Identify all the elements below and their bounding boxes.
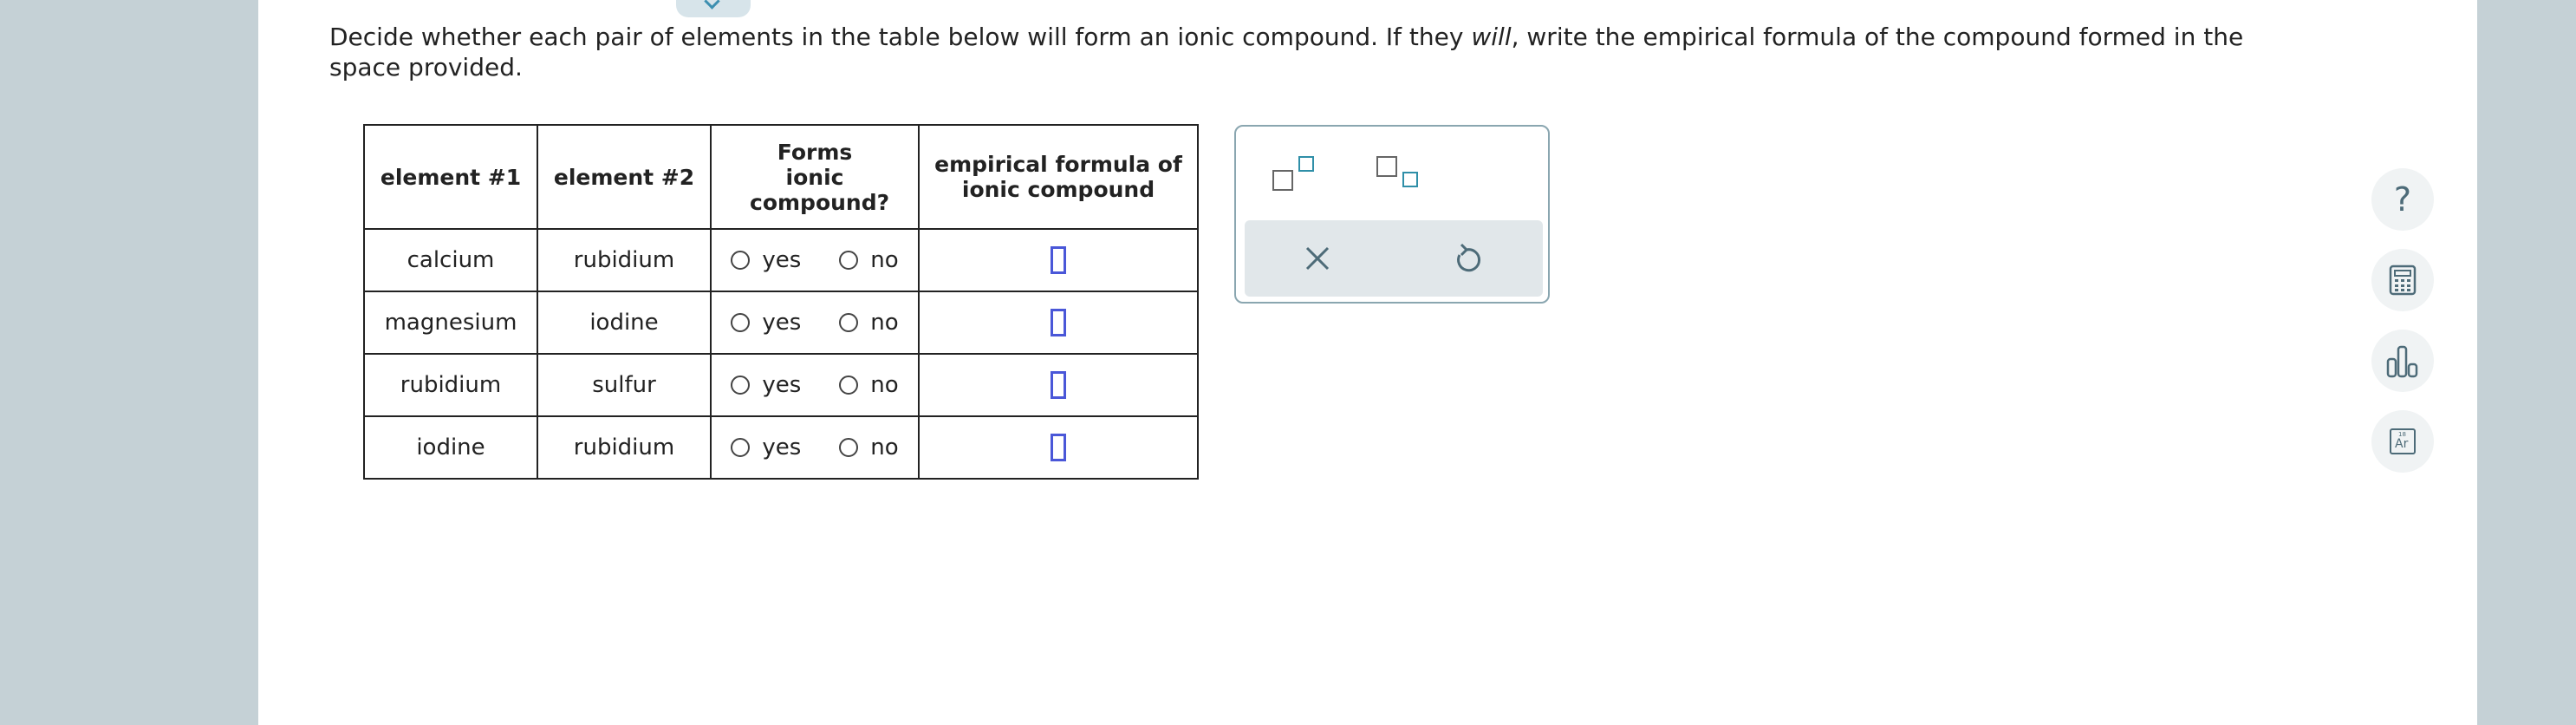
close-icon — [1305, 246, 1330, 271]
yes-radio[interactable] — [731, 313, 751, 332]
header-element-2: element #2 — [537, 124, 712, 230]
formula-palette — [1234, 125, 1550, 304]
question-emphasis: will — [1471, 23, 1512, 51]
element-2-cell: iodine — [537, 291, 712, 355]
elements-table: element #1 element #2 Forms ionic compou… — [363, 124, 1199, 480]
yes-label: yes — [762, 372, 802, 398]
chevron-down-icon — [704, 0, 720, 10]
question-text: Decide whether each pair of elements in … — [329, 23, 2244, 82]
no-option[interactable]: no — [839, 434, 899, 460]
bar-chart-icon — [2386, 345, 2418, 378]
no-radio[interactable] — [839, 376, 859, 395]
forms-ionic-cell: yes no — [710, 353, 920, 417]
yes-option[interactable]: yes — [731, 310, 801, 336]
undo-button[interactable] — [1444, 236, 1489, 281]
periodic-table-icon: 18 Ar — [2390, 428, 2416, 454]
no-label: no — [870, 434, 899, 460]
no-option[interactable]: no — [839, 372, 899, 398]
forms-ionic-cell: yes no — [710, 415, 920, 480]
no-radio[interactable] — [839, 313, 859, 332]
no-label: no — [870, 310, 899, 336]
yes-label: yes — [762, 434, 802, 460]
palette-action-bar — [1245, 220, 1543, 297]
formula-cell — [918, 291, 1199, 355]
no-label: no — [870, 247, 899, 273]
calculator-button[interactable] — [2371, 249, 2434, 311]
yes-option[interactable]: yes — [731, 372, 801, 398]
yes-option[interactable]: yes — [731, 434, 801, 460]
element-2-cell: sulfur — [537, 353, 712, 417]
yes-label: yes — [762, 310, 802, 336]
clear-button[interactable] — [1295, 236, 1340, 281]
formula-input[interactable] — [1051, 371, 1066, 399]
yes-radio[interactable] — [731, 251, 751, 270]
header-forms-ionic: Forms ionic compound? — [710, 124, 920, 230]
help-icon: ? — [2393, 180, 2412, 219]
formula-cell — [918, 228, 1199, 292]
help-button[interactable]: ? — [2371, 168, 2434, 231]
forms-ionic-cell: yes no — [710, 291, 920, 355]
table-row: rubidium sulfur yes no — [363, 353, 1199, 417]
formula-input[interactable] — [1051, 434, 1066, 461]
element-1-cell: rubidium — [363, 353, 538, 417]
calculator-icon — [2389, 265, 2417, 296]
graph-button[interactable] — [2371, 330, 2434, 392]
yes-radio[interactable] — [731, 438, 751, 457]
table-row: magnesium iodine yes no — [363, 291, 1199, 355]
subscript-button[interactable] — [1375, 154, 1421, 194]
collapse-tab[interactable] — [676, 0, 751, 17]
no-option[interactable]: no — [839, 247, 899, 273]
element-1-cell: magnesium — [363, 291, 538, 355]
element-2-cell: rubidium — [537, 228, 712, 292]
undo-icon — [1457, 243, 1480, 272]
yes-option[interactable]: yes — [731, 247, 801, 273]
element-2-cell: rubidium — [537, 415, 712, 480]
element-1-cell: calcium — [363, 228, 538, 292]
no-radio[interactable] — [839, 251, 859, 270]
table-header-row: element #1 element #2 Forms ionic compou… — [363, 124, 1199, 230]
yes-radio[interactable] — [731, 376, 751, 395]
superscript-button[interactable] — [1271, 154, 1317, 194]
forms-ionic-cell: yes no — [710, 228, 920, 292]
no-label: no — [870, 372, 899, 398]
yes-label: yes — [762, 247, 802, 273]
no-option[interactable]: no — [839, 310, 899, 336]
header-empirical-formula: empirical formula of ionic compound — [918, 124, 1199, 230]
formula-cell — [918, 353, 1199, 417]
table-row: calcium rubidium yes no — [363, 228, 1199, 292]
periodic-table-button[interactable]: 18 Ar — [2371, 410, 2434, 473]
element-1-cell: iodine — [363, 415, 538, 480]
header-element-1: element #1 — [363, 124, 538, 230]
formula-input[interactable] — [1051, 246, 1066, 274]
table-row: iodine rubidium yes no — [363, 415, 1199, 480]
no-radio[interactable] — [839, 438, 859, 457]
formula-input[interactable] — [1051, 309, 1066, 336]
formula-cell — [918, 415, 1199, 480]
